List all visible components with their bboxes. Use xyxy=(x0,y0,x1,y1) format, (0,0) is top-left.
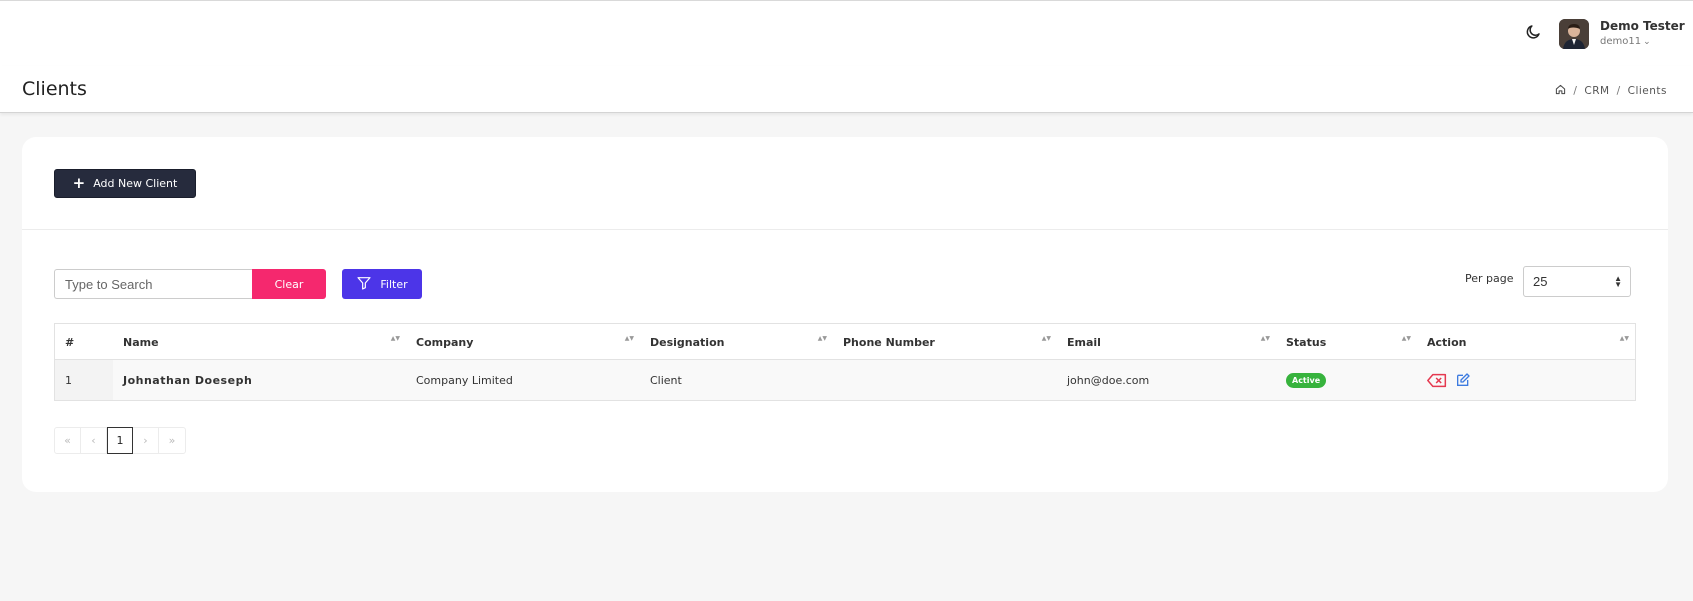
sort-icon: ▲▼ xyxy=(624,335,634,342)
column-header-number[interactable]: # xyxy=(55,324,113,360)
per-page-value: 25 xyxy=(1533,274,1548,289)
column-header-designation[interactable]: Designation ▲▼ xyxy=(640,324,833,360)
moon-icon[interactable] xyxy=(1524,23,1544,43)
column-header-label: Status xyxy=(1286,335,1327,349)
breadcrumb-separator: / xyxy=(1616,85,1621,97)
clear-button[interactable]: Clear xyxy=(252,269,326,299)
per-page-label: Per page xyxy=(1465,272,1514,285)
breadcrumb-clients: Clients xyxy=(1627,85,1667,97)
column-header-email[interactable]: Email ▲▼ xyxy=(1057,324,1276,360)
page-next-button[interactable]: › xyxy=(133,428,159,453)
user-name[interactable]: Demo Tester xyxy=(1600,19,1685,33)
page-current-button[interactable]: 1 xyxy=(107,427,133,454)
top-bar: Demo Tester demo11 ⌄ xyxy=(0,0,1693,66)
column-header-company[interactable]: Company ▲▼ xyxy=(406,324,640,360)
avatar[interactable] xyxy=(1559,19,1589,49)
status-badge: Active xyxy=(1286,372,1327,388)
cell-phone xyxy=(833,360,1057,400)
cell-designation: Client xyxy=(650,373,682,387)
home-icon[interactable] xyxy=(1555,84,1566,98)
page-header: Clients / CRM / Clients xyxy=(0,66,1693,113)
edit-icon[interactable] xyxy=(1455,372,1471,388)
delete-icon[interactable] xyxy=(1427,373,1447,388)
page-prev-button[interactable]: ‹ xyxy=(81,428,107,453)
filter-label: Filter xyxy=(380,277,408,291)
cell-name: Johnathan Doeseph xyxy=(123,373,253,387)
clients-table: # Name ▲▼ Company ▲▼ Designation ▲▼ Phone N… xyxy=(54,323,1636,401)
column-header-label: Action xyxy=(1427,335,1467,349)
breadcrumb-separator: / xyxy=(1573,85,1578,97)
breadcrumb-crm[interactable]: CRM xyxy=(1584,85,1609,97)
page-first-button[interactable]: « xyxy=(55,428,81,453)
table-row: 1 Johnathan Doeseph Company Limited Clie… xyxy=(55,360,1635,400)
funnel-icon xyxy=(356,275,372,294)
page-last-button[interactable]: » xyxy=(159,428,185,453)
pagination: « ‹ 1 › » xyxy=(54,427,186,454)
select-caret-icon: ▲ ▼ xyxy=(1614,274,1622,289)
column-header-label: Phone Number xyxy=(843,335,935,349)
page-title: Clients xyxy=(22,78,87,100)
column-header-action[interactable]: Action ▲▼ xyxy=(1417,324,1635,360)
clients-card: + Add New Client Clear Filter Per page 2… xyxy=(22,137,1668,492)
cell-status: Active xyxy=(1276,360,1417,400)
sort-icon: ▲▼ xyxy=(817,335,827,342)
add-new-client-label: Add New Client xyxy=(93,177,178,190)
table-header: # Name ▲▼ Company ▲▼ Designation ▲▼ Phone N… xyxy=(55,324,1635,360)
cell-action xyxy=(1417,360,1635,400)
user-handle: demo11 xyxy=(1600,36,1642,47)
column-header-label: Designation xyxy=(650,335,725,349)
breadcrumb: / CRM / Clients xyxy=(1555,84,1667,98)
plus-icon: + xyxy=(72,174,86,192)
sort-icon: ▲▼ xyxy=(1260,335,1270,342)
filter-button[interactable]: Filter xyxy=(342,269,422,299)
column-header-label: Company xyxy=(416,335,474,349)
column-header-name[interactable]: Name ▲▼ xyxy=(113,324,406,360)
cell-company: Company Limited xyxy=(416,373,513,387)
divider xyxy=(22,229,1668,230)
sort-icon: ▲▼ xyxy=(1041,335,1051,342)
column-header-phone[interactable]: Phone Number ▲▼ xyxy=(833,324,1057,360)
sort-icon: ▲▼ xyxy=(1619,335,1629,342)
sort-icon: ▲▼ xyxy=(390,335,400,342)
column-header-status[interactable]: Status ▲▼ xyxy=(1276,324,1417,360)
column-header-label: Email xyxy=(1067,335,1101,349)
add-new-client-button[interactable]: + Add New Client xyxy=(54,169,196,198)
column-header-label: Name xyxy=(123,335,159,349)
sort-icon: ▲▼ xyxy=(1401,335,1411,342)
cell-number: 1 xyxy=(55,360,113,400)
column-header-label: # xyxy=(65,335,75,349)
search-input[interactable] xyxy=(54,269,254,299)
user-menu[interactable]: demo11 ⌄ xyxy=(1600,36,1651,47)
chevron-down-icon: ⌄ xyxy=(1643,37,1651,47)
cell-email: john@doe.com xyxy=(1067,373,1150,387)
per-page-select[interactable]: 25 ▲ ▼ xyxy=(1523,266,1631,297)
